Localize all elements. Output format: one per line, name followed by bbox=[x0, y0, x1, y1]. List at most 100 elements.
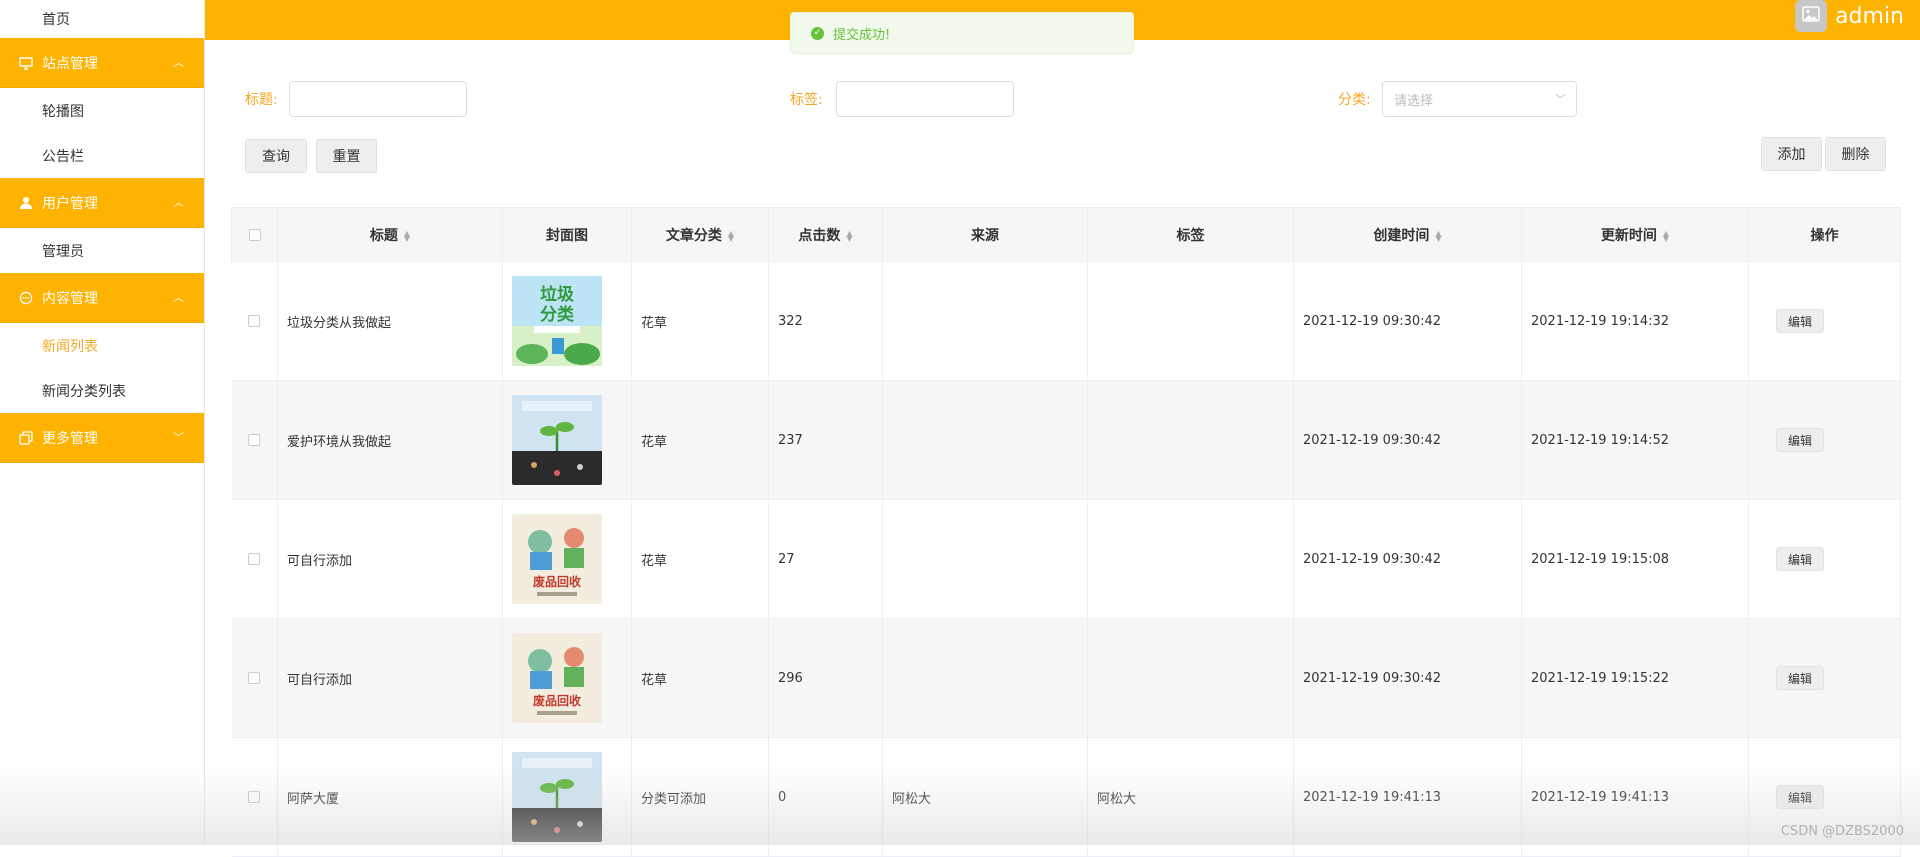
sidebar-group-users[interactable]: 用户管理 ︿ bbox=[0, 178, 204, 228]
table-row[interactable]: 阿萨大厦分类可添加0阿松大阿松大2021-12-19 19:41:132021-… bbox=[232, 738, 1901, 857]
svg-text:垃圾: 垃圾 bbox=[540, 284, 575, 305]
svg-text:分类: 分类 bbox=[540, 304, 575, 325]
sidebar-item-news-list[interactable]: 新闻列表 bbox=[0, 323, 204, 368]
row-checkbox[interactable] bbox=[232, 262, 278, 381]
column-header-created[interactable]: 创建时间▲▼ bbox=[1294, 208, 1522, 262]
cell-actions: 编辑 bbox=[1749, 262, 1901, 381]
cell-category: 花草 bbox=[632, 381, 769, 500]
tag-label: 标签: bbox=[790, 89, 823, 109]
row-checkbox[interactable] bbox=[232, 738, 278, 857]
svg-text:废品回收: 废品回收 bbox=[533, 574, 581, 589]
table-row[interactable]: 爱护环境从我做起花草2372021-12-19 09:30:422021-12-… bbox=[232, 381, 1901, 500]
title-input[interactable] bbox=[289, 81, 467, 117]
cell-title: 垃圾分类从我做起 bbox=[278, 262, 503, 381]
table-row[interactable]: 可自行添加废品回收花草272021-12-19 09:30:422021-12-… bbox=[232, 500, 1901, 619]
user-menu[interactable]: admin bbox=[1795, 0, 1904, 32]
sidebar-item-label: 首页 bbox=[42, 9, 70, 29]
cell-created: 2021-12-19 09:30:42 bbox=[1294, 381, 1522, 500]
edit-button[interactable]: 编辑 bbox=[1776, 785, 1824, 809]
cell-cover: 废品回收 bbox=[503, 619, 632, 738]
sidebar-group-site[interactable]: 站点管理 ︿ bbox=[0, 38, 204, 88]
cover-image: 垃圾分类 bbox=[512, 276, 602, 366]
chevron-up-icon: ︿ bbox=[173, 54, 184, 70]
cell-source: 阿松大 bbox=[883, 738, 1088, 857]
cell-source bbox=[883, 381, 1088, 500]
cell-cover bbox=[503, 738, 632, 857]
avatar bbox=[1795, 0, 1827, 32]
edit-button[interactable]: 编辑 bbox=[1776, 666, 1824, 690]
column-header-actions: 操作 bbox=[1749, 208, 1901, 262]
cell-clicks: 296 bbox=[769, 619, 883, 738]
select-all-checkbox[interactable] bbox=[232, 208, 278, 262]
sort-icon[interactable]: ▲▼ bbox=[846, 231, 852, 241]
row-checkbox[interactable] bbox=[232, 619, 278, 738]
sidebar-item-notice[interactable]: 公告栏 bbox=[0, 133, 204, 178]
column-header-updated[interactable]: 更新时间▲▼ bbox=[1522, 208, 1749, 262]
chevron-up-icon: ︿ bbox=[173, 289, 184, 305]
sidebar-item-admin[interactable]: 管理员 bbox=[0, 228, 204, 273]
sidebar-group-label: 用户管理 bbox=[42, 193, 98, 213]
check-circle-icon: ✓ bbox=[811, 27, 824, 40]
cell-created: 2021-12-19 19:41:13 bbox=[1294, 738, 1522, 857]
cell-clicks: 27 bbox=[769, 500, 883, 619]
sidebar-item-label: 轮播图 bbox=[42, 101, 84, 121]
cell-actions: 编辑 bbox=[1749, 619, 1901, 738]
sidebar-group-content[interactable]: 内容管理 ︿ bbox=[0, 273, 204, 323]
sort-icon[interactable]: ▲▼ bbox=[404, 231, 410, 241]
edit-button[interactable]: 编辑 bbox=[1776, 309, 1824, 333]
cell-tag bbox=[1088, 262, 1294, 381]
column-header-clicks[interactable]: 点击数▲▼ bbox=[769, 208, 883, 262]
sidebar-group-label: 站点管理 bbox=[42, 53, 98, 73]
cell-source bbox=[883, 500, 1088, 619]
query-button[interactable]: 查询 bbox=[245, 139, 307, 173]
tag-input[interactable] bbox=[836, 81, 1014, 117]
delete-button[interactable]: 删除 bbox=[1825, 137, 1886, 171]
cell-created: 2021-12-19 09:30:42 bbox=[1294, 500, 1522, 619]
column-header-title[interactable]: 标题▲▼ bbox=[278, 208, 503, 262]
chevron-down-icon: ﹀ bbox=[1555, 91, 1566, 107]
news-table: 标题▲▼ 封面图 文章分类▲▼ 点击数▲▼ 来源 标签 创建时间▲▼ 更新时间▲… bbox=[231, 207, 1901, 857]
cell-category: 分类可添加 bbox=[632, 738, 769, 857]
cell-actions: 编辑 bbox=[1749, 381, 1901, 500]
cell-title: 阿萨大厦 bbox=[278, 738, 503, 857]
cover-image: 废品回收 bbox=[512, 514, 602, 604]
cell-cover: 废品回收 bbox=[503, 500, 632, 619]
cell-title: 爱护环境从我做起 bbox=[278, 381, 503, 500]
cell-updated: 2021-12-19 19:41:13 bbox=[1522, 738, 1749, 857]
chevron-down-icon: ﹀ bbox=[173, 429, 184, 445]
table-row[interactable]: 垃圾分类从我做起垃圾分类花草3222021-12-19 09:30:422021… bbox=[232, 262, 1901, 381]
cover-image bbox=[512, 395, 602, 485]
add-button[interactable]: 添加 bbox=[1761, 137, 1822, 171]
sort-icon[interactable]: ▲▼ bbox=[1435, 231, 1441, 241]
category-select[interactable]: 请选择 ﹀ bbox=[1382, 81, 1577, 117]
cell-tag: 阿松大 bbox=[1088, 738, 1294, 857]
user-icon bbox=[18, 195, 34, 211]
success-toast: ✓ 提交成功! bbox=[790, 12, 1134, 54]
sidebar-item-news-category[interactable]: 新闻分类列表 bbox=[0, 368, 204, 413]
username: admin bbox=[1835, 4, 1904, 29]
svg-text:废品回收: 废品回收 bbox=[533, 693, 581, 708]
column-header-category[interactable]: 文章分类▲▼ bbox=[632, 208, 769, 262]
cell-source bbox=[883, 262, 1088, 381]
sort-icon[interactable]: ▲▼ bbox=[728, 231, 734, 241]
sidebar-group-label: 更多管理 bbox=[42, 428, 98, 448]
category-placeholder: 请选择 bbox=[1394, 90, 1433, 109]
row-checkbox[interactable] bbox=[232, 381, 278, 500]
sidebar-item-label: 新闻列表 bbox=[42, 336, 98, 356]
sidebar-item-carousel[interactable]: 轮播图 bbox=[0, 88, 204, 133]
copy-icon bbox=[18, 430, 34, 446]
cell-cover bbox=[503, 381, 632, 500]
cover-image: 废品回收 bbox=[512, 633, 602, 723]
table-row[interactable]: 可自行添加废品回收花草2962021-12-19 09:30:422021-12… bbox=[232, 619, 1901, 738]
cell-category: 花草 bbox=[632, 500, 769, 619]
reset-button[interactable]: 重置 bbox=[316, 139, 377, 173]
edit-button[interactable]: 编辑 bbox=[1776, 428, 1824, 452]
sidebar-item-home[interactable]: 首页 bbox=[0, 0, 204, 38]
edit-button[interactable]: 编辑 bbox=[1776, 547, 1824, 571]
category-label: 分类: bbox=[1338, 89, 1371, 109]
cell-title: 可自行添加 bbox=[278, 619, 503, 738]
sidebar-item-label: 新闻分类列表 bbox=[42, 381, 126, 401]
row-checkbox[interactable] bbox=[232, 500, 278, 619]
sidebar-group-more[interactable]: 更多管理 ﹀ bbox=[0, 413, 204, 463]
sort-icon[interactable]: ▲▼ bbox=[1663, 231, 1669, 241]
